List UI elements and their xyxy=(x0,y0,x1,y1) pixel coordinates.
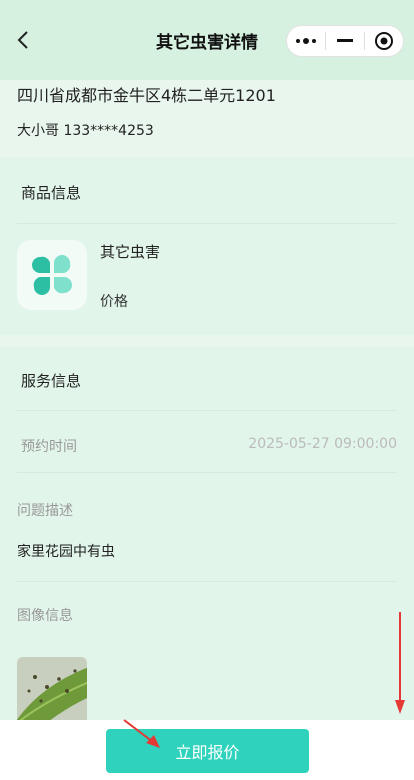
goods-name: 其它虫害 xyxy=(100,243,161,261)
problem-label: 问题描述 xyxy=(17,503,73,519)
service-section-title: 服务信息 xyxy=(21,372,82,390)
goods-icon-tile xyxy=(17,240,87,310)
image-label: 图像信息 xyxy=(17,608,73,624)
four-petal-leaf-icon xyxy=(32,255,72,295)
minimize-button[interactable] xyxy=(326,26,364,56)
close-button[interactable] xyxy=(365,26,403,56)
quote-now-button[interactable]: 立即报价 xyxy=(106,729,309,773)
goods-section-title: 商品信息 xyxy=(21,184,82,202)
service-info-card: 服务信息 预约时间 2025-05-27 09:00:00 问题描述 家里花园中… xyxy=(0,347,414,737)
divider xyxy=(17,223,397,224)
more-dots-icon xyxy=(296,38,316,44)
divider xyxy=(17,410,397,411)
goods-info-card: 商品信息 其它虫害 价格 xyxy=(0,157,414,335)
appointment-value: 2025-05-27 09:00:00 xyxy=(248,436,397,452)
target-close-icon xyxy=(375,32,393,50)
address-line: 四川省成都市金牛区4栋二单元1201 xyxy=(17,86,276,105)
bottom-action-bar: 立即报价 xyxy=(0,720,414,780)
mini-program-capsule xyxy=(286,25,404,57)
address-block: 四川省成都市金牛区4栋二单元1201 大小哥 133****4253 xyxy=(0,68,414,148)
problem-description: 家里花园中有虫 xyxy=(17,544,115,560)
service-detail-page: 其它虫害详情 四川省成都市金牛区4栋二单元1201 大小哥 133****425… xyxy=(0,0,414,780)
minimize-icon xyxy=(337,39,353,42)
more-button[interactable] xyxy=(287,26,325,56)
divider xyxy=(17,472,397,473)
divider xyxy=(17,581,397,582)
contact-line: 大小哥 133****4253 xyxy=(17,123,154,139)
back-button[interactable] xyxy=(12,26,34,54)
appointment-label: 预约时间 xyxy=(21,439,77,455)
goods-price-label: 价格 xyxy=(100,294,128,310)
chevron-left-icon xyxy=(17,31,28,49)
